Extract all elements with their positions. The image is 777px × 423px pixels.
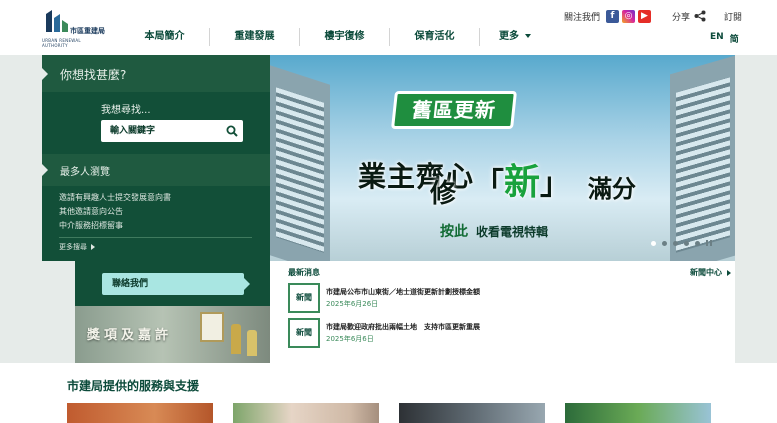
youtube-icon[interactable]: ▶ (638, 9, 652, 23)
header-notch (42, 68, 48, 80)
nav-item-rehabilitation[interactable]: 樓宇復修 (300, 28, 390, 46)
search-panel-header: 你想找甚麼? (42, 55, 270, 92)
nav-item-redevelopment[interactable]: 重建發展 (210, 28, 300, 46)
headline-part-4: 滿分 (588, 175, 636, 203)
more-search-label: 更多搜尋 (59, 243, 87, 251)
services-title: 市建局提供的服務與支援 (67, 379, 200, 393)
popular-panel-title: 最多人瀏覽 (60, 167, 110, 178)
search-input[interactable] (101, 120, 243, 142)
news-badge: 新聞 (288, 318, 320, 348)
carousel-dot[interactable] (662, 240, 667, 246)
carousel-controls (651, 240, 712, 246)
banner-headline: 業主齊心 修 新 滿分 (358, 147, 658, 209)
popular-link-1[interactable]: 邀請有興趣人士提交發展意向書 (59, 192, 171, 203)
headline-part-1: 業主齊心 (358, 160, 475, 193)
logo-name-en: URBAN RENEWAL AUTHORITY (42, 38, 81, 48)
news-headline[interactable]: 市建局歡迎政府批出兩幅土地 支持市區更新重展 (326, 322, 480, 332)
lang-en-link[interactable]: EN (710, 32, 724, 45)
awards-banner[interactable]: 獎項及嘉許 (75, 306, 270, 363)
trophy-image (247, 330, 257, 356)
nav-item-label: 重建發展 (234, 31, 275, 42)
service-card[interactable] (67, 403, 213, 423)
news-date: 2025年6月26日 (326, 300, 379, 308)
nav-item-about[interactable]: 本局簡介 (120, 28, 210, 46)
chevron-down-icon (525, 34, 531, 38)
search-panel: 我想尋找... (42, 92, 270, 154)
nav-item-label: 保育活化 (414, 31, 455, 42)
share-button[interactable]: 分享 (672, 10, 690, 23)
pause-icon[interactable] (706, 240, 712, 246)
banner-cta[interactable]: 按此 收看電視特輯 (440, 221, 548, 241)
instagram-icon[interactable]: ◎ (622, 9, 636, 23)
cta-text: 收看電視特輯 (476, 225, 549, 239)
service-card[interactable] (233, 403, 379, 423)
carousel-dot[interactable] (673, 240, 678, 246)
cta-press-label: 按此 (440, 224, 468, 240)
news-badge: 新聞 (288, 283, 320, 313)
ura-logo[interactable]: 市區重建局 URBAN RENEWAL AUTHORITY (42, 8, 114, 48)
popular-link-2[interactable]: 其他邀請意向公告 (59, 206, 123, 217)
search-prompt: 我想尋找... (101, 105, 151, 116)
chevron-right-icon (727, 269, 731, 276)
carousel-dot[interactable] (695, 240, 700, 246)
popular-panel-header: 最多人瀏覽 (42, 154, 270, 186)
logo-name-zh: 市區重建局 (70, 27, 105, 35)
nav-item-more[interactable]: 更多 (480, 28, 550, 46)
lang-sc-link[interactable]: 简 (730, 32, 739, 45)
contact-panel: 聯絡我們 (75, 261, 270, 306)
nav-item-label: 本局簡介 (144, 31, 185, 42)
main-nav: 本局簡介 重建發展 樓宇復修 保育活化 更多 (120, 28, 550, 46)
facebook-icon[interactable]: f (606, 9, 620, 23)
popular-link-3[interactable]: 中介服務招標留事 (59, 220, 123, 231)
logo-name-en-line-2: AUTHORITY (42, 43, 68, 48)
building-windows-image (276, 87, 324, 253)
headline-part-2: 修 (430, 179, 457, 209)
search-icon[interactable] (226, 125, 238, 137)
trophy-image (231, 324, 241, 354)
share-icon[interactable] (694, 10, 706, 22)
more-search-link[interactable]: 更多搜尋 (59, 242, 95, 252)
service-card[interactable] (565, 403, 711, 423)
building-windows-image (676, 77, 730, 253)
site-header: 市區重建局 URBAN RENEWAL AUTHORITY 本局簡介 重建發展 … (0, 0, 777, 55)
nav-item-preservation[interactable]: 保育活化 (390, 28, 480, 46)
news-title: 最新消息 (288, 268, 320, 277)
news-headline[interactable]: 市建局公布市山東街／地士道街更新計劃授標金額 (326, 287, 480, 297)
news-section: 最新消息 新聞中心 新聞 市建局公布市山東街／地士道街更新計劃授標金額 2025… (270, 261, 735, 363)
contact-us-label: 聯絡我們 (112, 279, 149, 289)
news-center-link[interactable]: 新聞中心 (690, 267, 731, 278)
news-center-label: 新聞中心 (690, 268, 722, 277)
follow-us-label: 關注我們 (564, 12, 601, 23)
headline-part-3: 新 (474, 153, 570, 205)
awards-label: 獎項及嘉許 (87, 328, 173, 343)
news-date: 2025年6月6日 (326, 335, 374, 343)
carousel-dot[interactable] (651, 240, 656, 246)
language-switcher: EN 简 (710, 32, 745, 45)
popular-list: 邀請有興趣人士提交發展意向書 其他邀請意向公告 中介服務招標留事 更多搜尋 (42, 186, 270, 261)
banner-tag: 舊區更新 (391, 91, 517, 129)
arrow-tip (244, 278, 250, 290)
nav-item-label: 樓宇復修 (324, 31, 365, 42)
carousel-dot[interactable] (684, 240, 689, 246)
banner-tag-text: 舊區更新 (410, 98, 498, 122)
divider (59, 237, 252, 238)
service-card[interactable] (399, 403, 545, 423)
nav-item-label: 更多 (499, 31, 519, 42)
subscribe-button[interactable]: 訂閱 (724, 10, 742, 23)
top-utility-bar: 關注我們 f ◎ ▶ 分享 訂閱 (564, 8, 742, 24)
chevron-right-icon (91, 244, 95, 250)
contact-us-button[interactable]: 聯絡我們 (102, 273, 250, 295)
award-plaque-image (200, 312, 224, 342)
hero-banner[interactable]: 舊區更新 業主齊心 修 新 滿分 按此收看電視特輯 (270, 55, 735, 261)
ura-logo-icon (46, 10, 68, 32)
header-notch (42, 164, 48, 176)
search-panel-title: 你想找甚麼? (60, 68, 127, 82)
